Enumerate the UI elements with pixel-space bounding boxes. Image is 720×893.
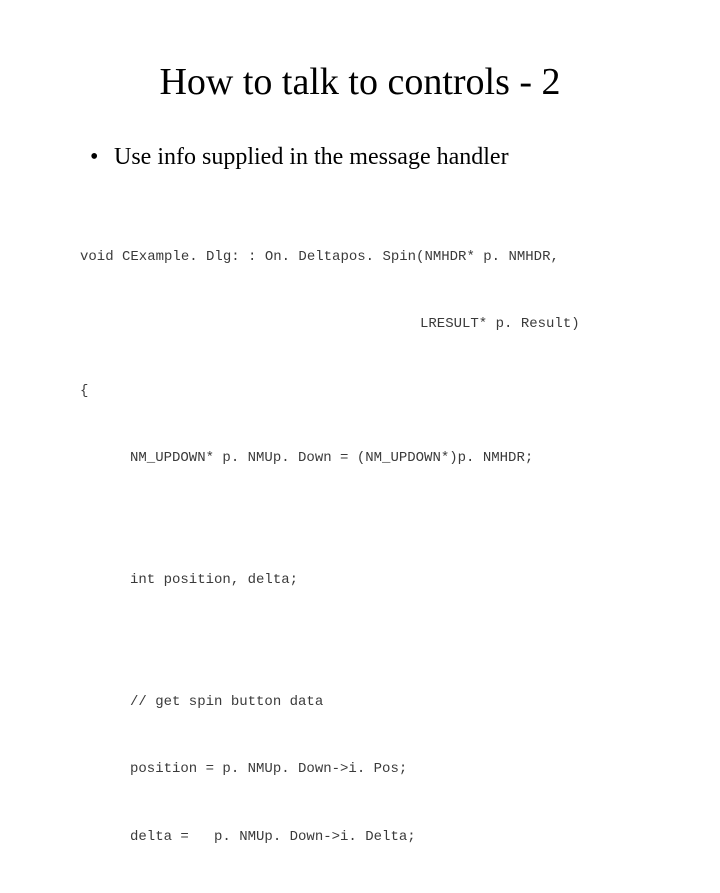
code-line: int position, delta; — [80, 569, 640, 591]
bullet-item: Use info supplied in the message handler — [90, 144, 640, 171]
slide-content: How to talk to controls - 2 Use info sup… — [0, 0, 720, 540]
code-spacer — [80, 514, 640, 524]
code-line: NM_UPDOWN* p. NMUp. Down = (NM_UPDOWN*)p… — [80, 447, 640, 469]
code-block: void CExample. Dlg: : On. Deltapos. Spin… — [80, 201, 640, 893]
slide-title: How to talk to controls - 2 — [80, 60, 640, 104]
code-line: { — [80, 380, 640, 402]
code-spacer — [80, 636, 640, 646]
code-line: LRESULT* p. Result) — [80, 313, 640, 335]
code-line: position = p. NMUp. Down->i. Pos; — [80, 758, 640, 780]
code-line: delta = p. NMUp. Down->i. Delta; — [80, 826, 640, 848]
bullet-list: Use info supplied in the message handler — [80, 144, 640, 171]
code-line: void CExample. Dlg: : On. Deltapos. Spin… — [80, 246, 640, 268]
code-comment: // get spin button data — [80, 691, 640, 713]
